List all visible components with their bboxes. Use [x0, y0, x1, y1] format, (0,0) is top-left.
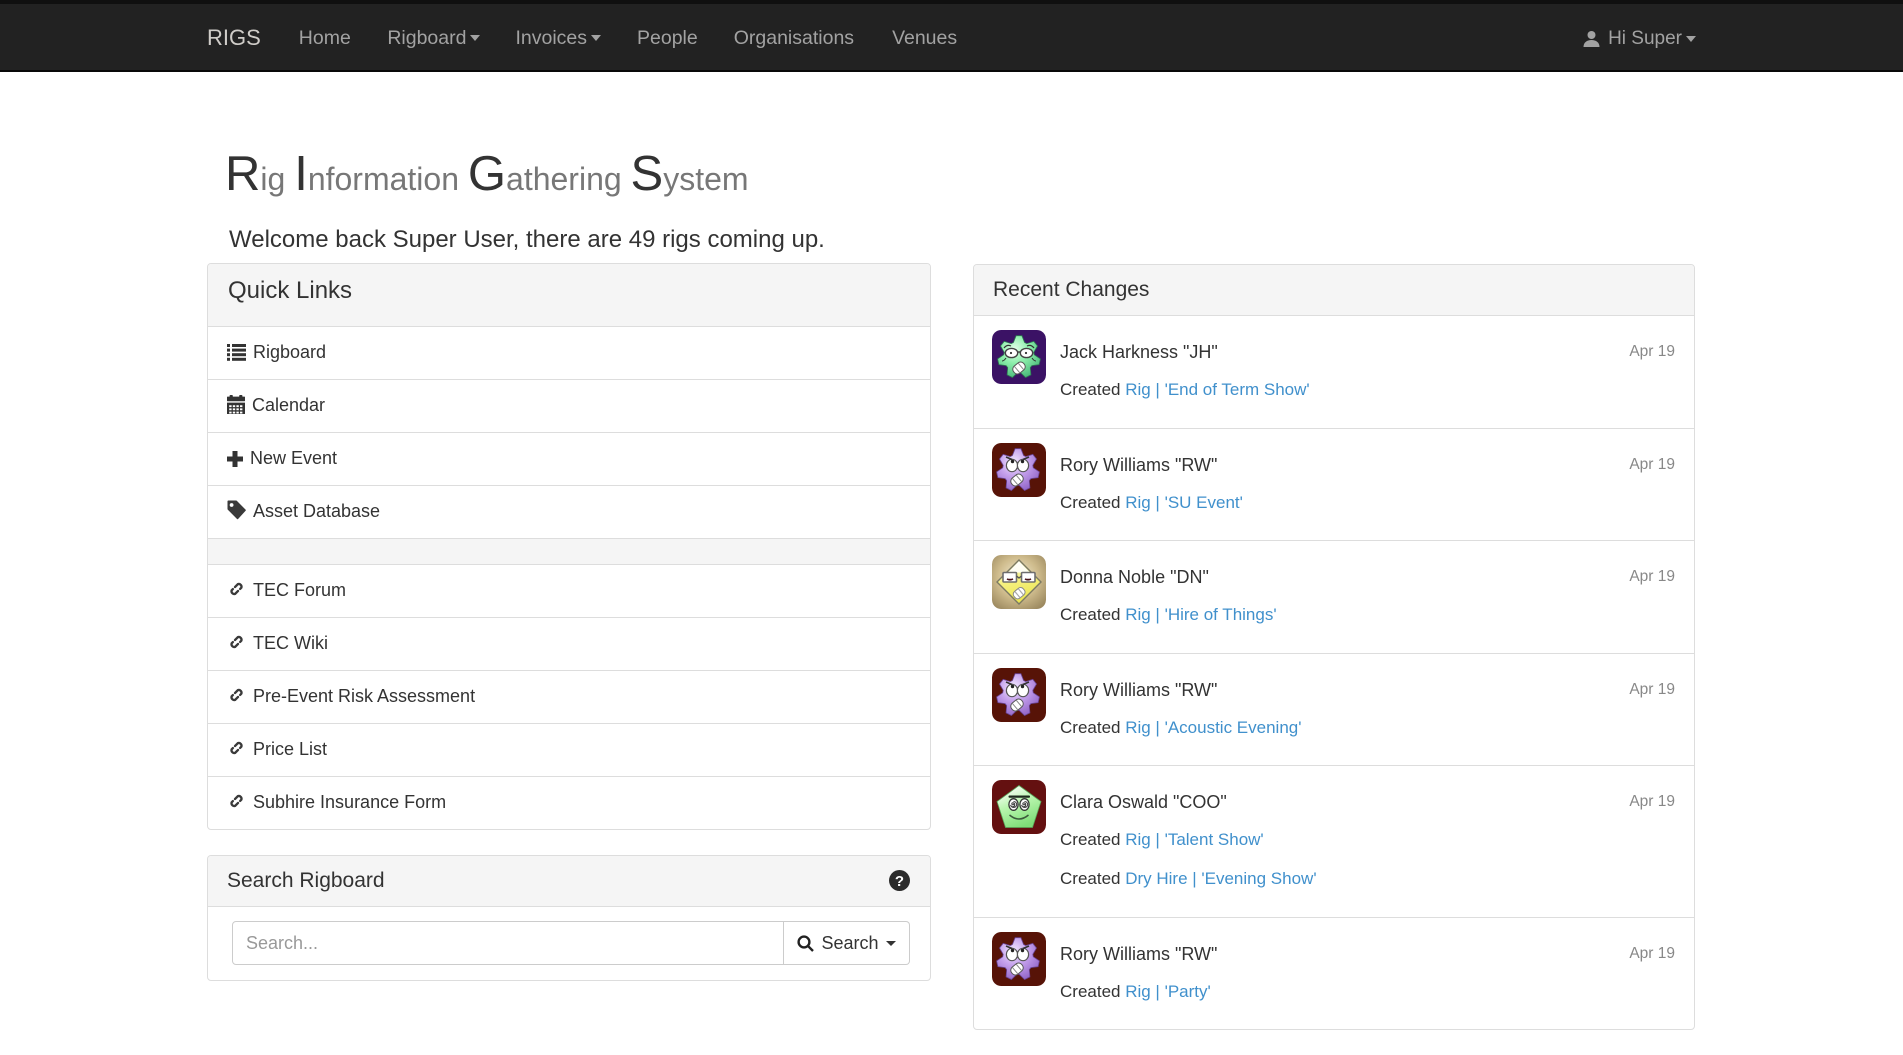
svg-text:?: ? — [895, 873, 904, 890]
